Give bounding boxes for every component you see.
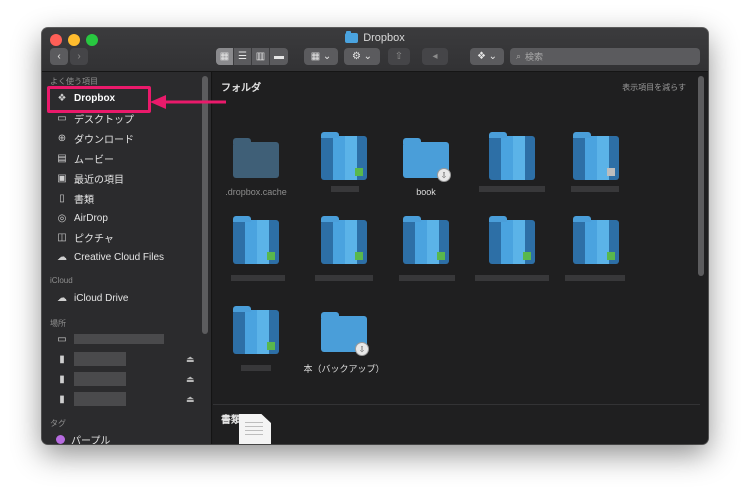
folder-name: .dropbox.cache — [225, 187, 287, 197]
list-view-icon[interactable]: ☰ — [234, 48, 252, 65]
sidebar-item-movies[interactable]: ▤ ムービー — [56, 149, 114, 167]
share-button[interactable]: ⇧ — [388, 48, 410, 65]
purple-tag-icon — [56, 434, 65, 444]
sidebar-item-tag-purple[interactable]: パープル — [56, 430, 110, 444]
gallery-view-icon[interactable]: ▬ — [270, 48, 288, 65]
sidebar-item-creative-cloud[interactable]: ☁ Creative Cloud Files — [56, 248, 164, 266]
dropbox-highlight-annotation — [47, 86, 151, 113]
column-view-icon[interactable]: ▥ — [252, 48, 270, 65]
creative-cloud-icon: ☁ — [57, 251, 67, 263]
search-icon: ⌕ — [516, 51, 522, 61]
dropbox-menu-button[interactable]: ❖ ⌄ — [470, 48, 504, 65]
titlebar: Dropbox ‹ › ▦ ☰ ▥ ▬ ▦ ⌄ ⚙ ⌄ ⇧ ◂ ❖ ⌄ ⌕ 検索 — [42, 28, 708, 72]
eject-icon[interactable]: ⏏ — [186, 374, 195, 385]
drive-icon: ▮ — [59, 373, 65, 385]
drive-icon: ▮ — [59, 393, 65, 405]
movie-icon: ▤ — [57, 152, 67, 164]
folder-icon — [403, 216, 449, 264]
folder-name: book — [416, 187, 436, 197]
action-gear-button[interactable]: ⚙ ⌄ — [344, 48, 380, 65]
folder-icon — [233, 138, 279, 178]
folder-icon — [345, 31, 359, 43]
sidebar-item-pictures[interactable]: ◫ ピクチャ — [56, 228, 114, 246]
sidebar-item-recents[interactable]: ▣ 最近の項目 — [56, 169, 124, 187]
annotation-arrow-icon — [150, 95, 226, 109]
show-less-link[interactable]: 表示項目を減らす — [622, 82, 686, 93]
computer-icon: ▭ — [57, 333, 67, 345]
window-title: Dropbox — [42, 31, 708, 44]
sidebar-item-downloads[interactable]: ⊕ ダウンロード — [56, 129, 134, 147]
airdrop-icon: ◎ — [57, 212, 67, 224]
tags-header: タグ — [50, 419, 66, 428]
desktop-icon: ▭ — [57, 112, 67, 124]
main-scrollbar[interactable] — [698, 76, 704, 276]
eject-icon[interactable]: ⏏ — [186, 394, 195, 405]
sidebar-item-location-1[interactable]: ▭ — [56, 330, 164, 348]
sidebar-item-location-3[interactable]: ▮ — [56, 370, 126, 388]
sidebar-item-airdrop[interactable]: ◎ AirDrop — [56, 209, 108, 227]
locations-header: 場所 — [50, 319, 66, 328]
folder-icon — [573, 216, 619, 264]
folder-icon — [573, 132, 619, 180]
sidebar: よく使う項目 ❖ Dropbox ▭ デスクトップ ⊕ ダウンロード ▤ ムービ… — [42, 72, 212, 444]
documents-section-header: 書類 — [221, 415, 241, 426]
drive-icon: ▮ — [59, 353, 65, 365]
sidebar-item-location-4[interactable]: ▮ — [56, 390, 126, 408]
folder-icon — [321, 132, 367, 180]
sidebar-item-documents[interactable]: ▯ 書類 — [56, 189, 94, 207]
search-field[interactable]: ⌕ 検索 — [510, 48, 700, 65]
sidebar-scrollbar[interactable] — [202, 76, 208, 334]
folder-icon — [489, 132, 535, 180]
file-browser: フォルダ 表示項目を減らす .dropbox.cache ⇩ book ⇩ 本（… — [213, 72, 708, 444]
cloud-download-icon: ⇩ — [437, 168, 451, 182]
icloud-header: iCloud — [50, 276, 73, 285]
tag-button[interactable]: ◂ — [422, 48, 448, 65]
folders-section-header: フォルダ — [221, 83, 261, 94]
folder-icon — [321, 216, 367, 264]
view-mode-segmented-control[interactable]: ▦ ☰ ▥ ▬ — [216, 48, 288, 65]
clock-icon: ▣ — [57, 172, 67, 184]
download-icon: ⊕ — [57, 132, 67, 144]
sidebar-item-icloud-drive[interactable]: ☁ iCloud Drive — [56, 289, 128, 307]
folder-name: 本（バックアップ） — [303, 364, 385, 374]
folder-icon — [489, 216, 535, 264]
icon-view-icon[interactable]: ▦ — [216, 48, 234, 65]
document-icon: ▯ — [59, 192, 65, 204]
back-button[interactable]: ‹ — [50, 48, 68, 65]
group-button[interactable]: ▦ ⌄ — [304, 48, 338, 65]
folder-icon — [233, 216, 279, 264]
cloud-icon: ☁ — [57, 292, 67, 304]
document-file-icon[interactable] — [239, 414, 271, 444]
folder-icon — [233, 306, 279, 354]
forward-button[interactable]: › — [70, 48, 88, 65]
eject-icon[interactable]: ⏏ — [186, 354, 195, 365]
sidebar-item-location-2[interactable]: ▮ — [56, 350, 126, 368]
cloud-download-icon: ⇩ — [355, 342, 369, 356]
camera-icon: ◫ — [57, 231, 67, 243]
